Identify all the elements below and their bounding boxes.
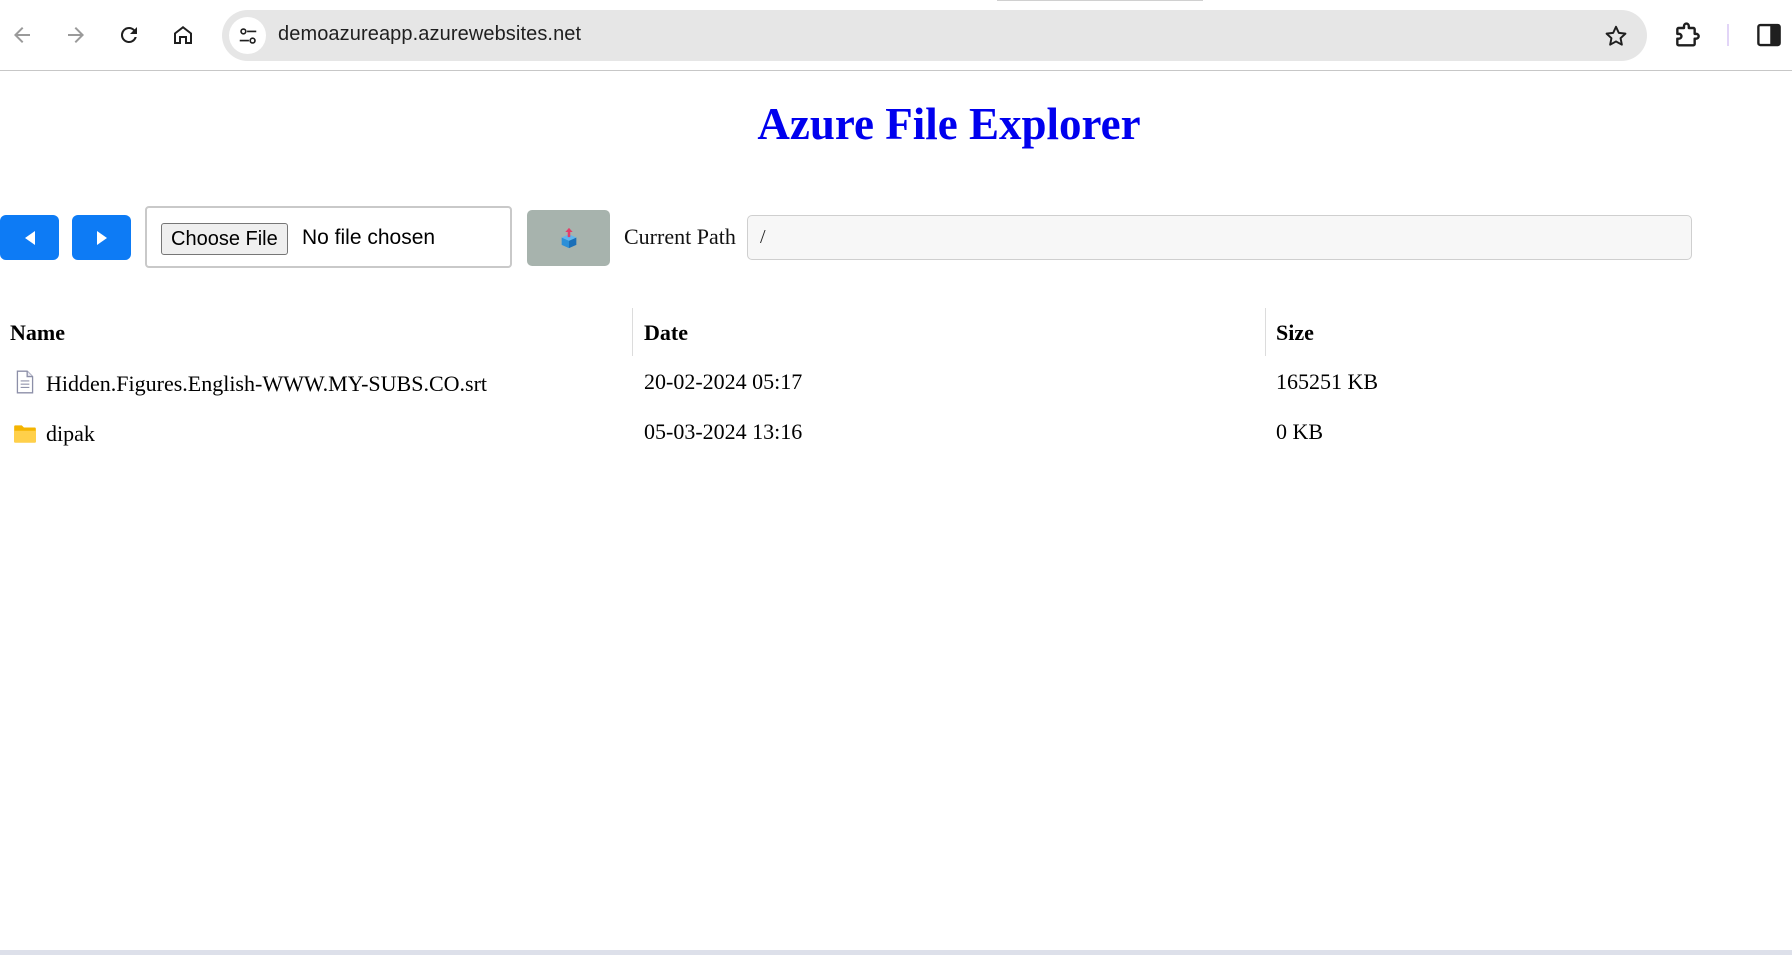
tune-icon (239, 27, 256, 44)
tab-strip-line (997, 0, 1203, 1)
column-divider (1265, 308, 1266, 356)
navigate-back-button[interactable] (0, 215, 59, 260)
right-triangle-icon (96, 230, 107, 245)
site-info-button[interactable] (229, 17, 266, 54)
upload-button[interactable] (527, 210, 610, 266)
file-size: 165251 KB (1276, 369, 1379, 394)
puzzle-icon[interactable] (1672, 20, 1704, 52)
folder-name[interactable]: dipak (46, 421, 95, 447)
file-size: 0 KB (1276, 419, 1324, 444)
file-icon (16, 370, 34, 394)
column-divider (632, 308, 633, 356)
address-bar[interactable]: demoazureapp.azurewebsites.net (222, 10, 1647, 61)
choose-file-button[interactable]: Choose File (161, 223, 288, 255)
home-icon (174, 26, 192, 44)
column-header-size[interactable]: Size (1276, 320, 1314, 346)
file-name[interactable]: Hidden.Figures.English-WWW.MY-SUBS.CO.sr… (46, 371, 487, 397)
browser-forward-button[interactable] (58, 17, 94, 53)
arrow-right-icon (68, 27, 84, 43)
browser-reload-button[interactable] (111, 17, 147, 53)
browser-home-button[interactable] (165, 17, 201, 53)
upload-icon (561, 227, 576, 249)
file-input[interactable]: Choose File No file chosen (145, 206, 512, 268)
folder-icon (14, 425, 36, 443)
toolbar-divider (1727, 24, 1729, 46)
side-panel-icon[interactable] (1754, 20, 1784, 50)
window-bottom-edge (0, 950, 1792, 955)
star-icon[interactable] (1603, 23, 1629, 49)
column-header-date[interactable]: Date (644, 320, 688, 346)
arrow-left-icon (14, 27, 30, 43)
column-header-name[interactable]: Name (10, 320, 65, 346)
file-status-text: No file chosen (302, 226, 436, 249)
left-triangle-icon (24, 230, 35, 245)
page-title: Azure File Explorer (757, 99, 1141, 149)
current-path-label: Current Path (624, 224, 736, 249)
browser-toolbar: demoazureapp.azurewebsites.net (0, 0, 1792, 71)
file-date: 20-02-2024 05:17 (644, 369, 803, 394)
browser-back-button[interactable] (4, 17, 40, 53)
reload-icon (120, 26, 137, 43)
file-date: 05-03-2024 13:16 (644, 419, 803, 444)
current-path-input[interactable]: / (747, 215, 1692, 260)
url-text[interactable]: demoazureapp.azurewebsites.net (278, 23, 581, 46)
navigate-forward-button[interactable] (72, 215, 131, 260)
